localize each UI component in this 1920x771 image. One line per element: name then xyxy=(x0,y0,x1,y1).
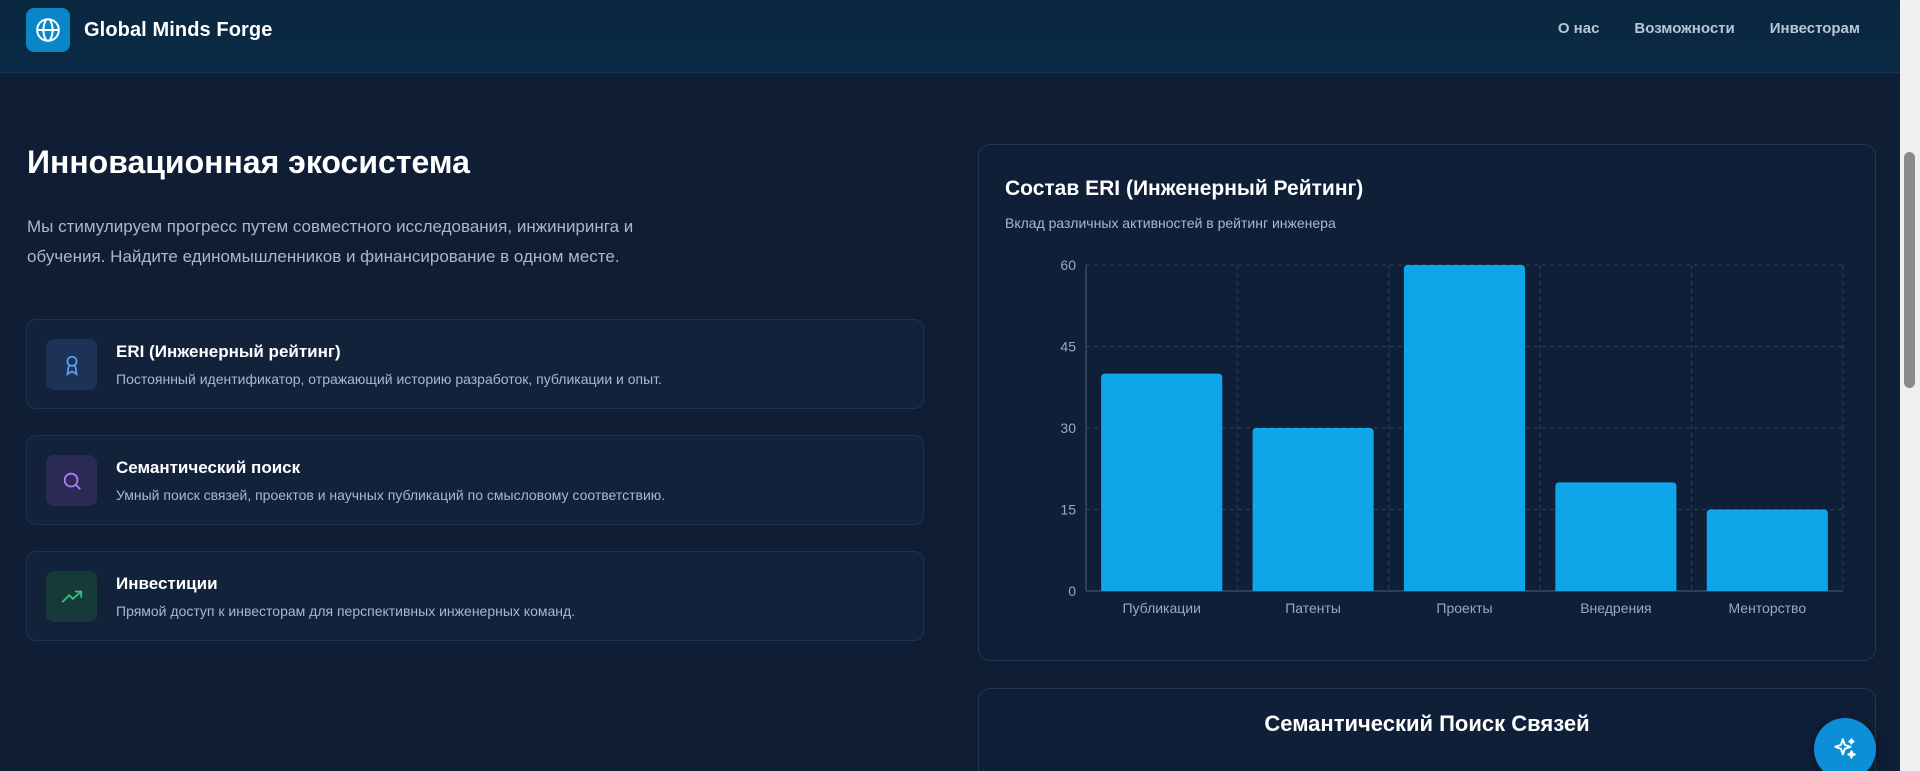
top-navbar: Global Minds Forge О нас Возможности Инв… xyxy=(0,0,1900,73)
y-tick-label: 45 xyxy=(1060,339,1076,355)
bar-1 xyxy=(1252,428,1374,591)
x-tick-label: Проекты xyxy=(1436,600,1492,616)
main-nav: О нас Возможности Инвесторам xyxy=(1558,20,1860,37)
feature-card-investments[interactable]: Инвестиции Прямой доступ к инвесторам дл… xyxy=(26,551,924,641)
bar-2 xyxy=(1403,265,1526,591)
x-tick-label: Менторство xyxy=(1728,600,1806,616)
feature-card-eri[interactable]: ERI (Инженерный рейтинг) Постоянный иден… xyxy=(26,319,924,409)
feature-card-semantic-search[interactable]: Семантический поиск Умный поиск связей, … xyxy=(26,435,924,525)
feature-description: Прямой доступ к инвесторам для перспекти… xyxy=(116,603,576,619)
globe-icon xyxy=(26,8,70,52)
bar-3 xyxy=(1555,482,1677,591)
award-icon xyxy=(46,339,97,390)
bar-4 xyxy=(1706,509,1828,591)
feature-description: Постоянный идентификатор, отражающий ист… xyxy=(116,371,662,387)
scrollbar-thumb[interactable] xyxy=(1904,152,1915,388)
nav-link-features[interactable]: Возможности xyxy=(1634,20,1734,37)
y-tick-label: 15 xyxy=(1060,502,1076,518)
feature-description: Умный поиск связей, проектов и научных п… xyxy=(116,487,666,503)
hero-title: Инновационная экосистема xyxy=(27,144,470,180)
feature-title: Инвестиции xyxy=(116,574,218,593)
sparkles-icon xyxy=(1834,738,1856,759)
feature-title: ERI (Инженерный рейтинг) xyxy=(116,342,341,361)
bar-0 xyxy=(1101,373,1223,591)
search-icon xyxy=(46,455,97,506)
y-tick-label: 60 xyxy=(1060,257,1076,273)
y-tick-label: 0 xyxy=(1068,583,1076,599)
trending-up-icon xyxy=(46,571,97,622)
brand-name: Global Minds Forge xyxy=(84,18,273,41)
y-tick-label: 30 xyxy=(1060,420,1076,436)
x-tick-label: Внедрения xyxy=(1580,600,1651,616)
hero-subtitle: Мы стимулируем прогресс путем совместног… xyxy=(27,217,634,266)
x-tick-label: Патенты xyxy=(1285,600,1341,616)
feature-title: Семантический поиск xyxy=(116,458,301,477)
nav-link-about[interactable]: О нас xyxy=(1558,20,1600,37)
nav-link-investors[interactable]: Инвесторам xyxy=(1770,20,1860,37)
eri-bar-chart: 0 15 30 45 60 Публикации Патенты Проекты Внедрен… xyxy=(1060,257,1844,616)
brand[interactable]: Global Minds Forge xyxy=(26,8,272,52)
x-tick-label: Публикации xyxy=(1122,600,1200,616)
semantic-search-card: Семантический Поиск Связей xyxy=(978,688,1876,771)
eri-chart-card: Состав ERI (Инженерный Рейтинг) Вклад ра… xyxy=(978,144,1876,661)
ai-assistant-button[interactable] xyxy=(1814,718,1876,771)
semantic-search-title: Семантический Поиск Связей xyxy=(1264,711,1590,736)
